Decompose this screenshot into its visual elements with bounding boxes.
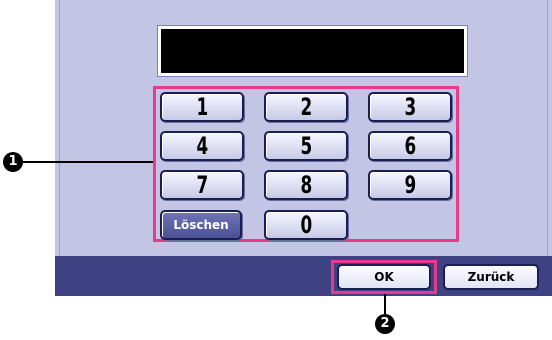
callout-1-marker: 1 — [3, 152, 23, 172]
key-7[interactable]: 7 — [160, 170, 244, 200]
key-0[interactable]: 0 — [264, 210, 348, 240]
callout-2-marker: 2 — [375, 314, 395, 334]
ok-button[interactable]: OK — [337, 264, 431, 290]
callout-2-line — [384, 294, 386, 314]
key-6[interactable]: 6 — [368, 131, 452, 161]
key-5[interactable]: 5 — [264, 131, 348, 161]
key-2[interactable]: 2 — [264, 92, 348, 122]
number-display — [158, 26, 467, 76]
key-3[interactable]: 3 — [368, 92, 452, 122]
key-8[interactable]: 8 — [264, 170, 348, 200]
callout-1-line — [23, 161, 153, 163]
back-button[interactable]: Zurück — [443, 264, 539, 290]
keypad-panel: 1 2 3 4 5 6 7 8 9 Löschen 0 OK Zurück — [55, 0, 552, 296]
clear-button[interactable]: Löschen — [160, 210, 242, 240]
key-9[interactable]: 9 — [368, 170, 452, 200]
key-4[interactable]: 4 — [160, 131, 244, 161]
key-1[interactable]: 1 — [160, 92, 244, 122]
